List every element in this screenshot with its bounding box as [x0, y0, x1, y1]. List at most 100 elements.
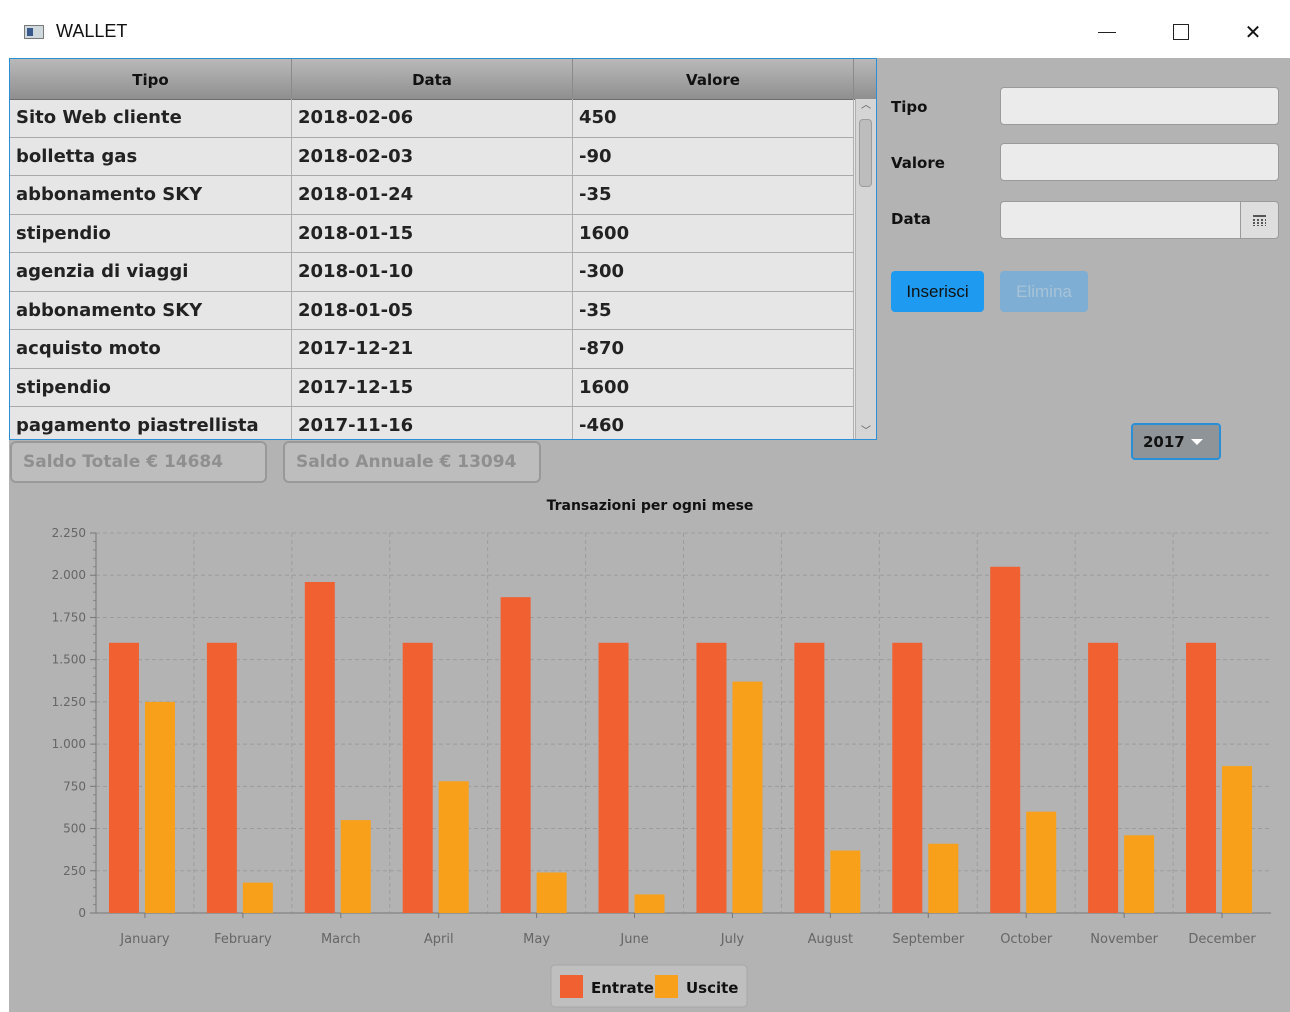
- bar-entrate[interactable]: [108, 642, 139, 913]
- cell-data: 2018-01-24: [292, 176, 573, 214]
- maximize-button[interactable]: [1156, 14, 1206, 50]
- table-scrollbar[interactable]: ︿ ﹀: [855, 99, 876, 439]
- table-row[interactable]: stipendio 2017-12-15 1600: [10, 368, 854, 407]
- bar-entrate[interactable]: [598, 642, 629, 913]
- data-label: Data: [891, 210, 931, 228]
- y-tick-label: 250: [63, 864, 86, 878]
- table-row[interactable]: abbonamento SKY 2018-01-05 -35: [10, 291, 854, 330]
- window-title: WALLET: [56, 21, 128, 41]
- bar-uscite[interactable]: [340, 820, 371, 913]
- y-axis: 0 250 500 750 1.000 1.250 1.500 1.750 2.000 2.250: [52, 526, 97, 920]
- bar-entrate[interactable]: [500, 597, 531, 913]
- scroll-up-icon[interactable]: ︿: [859, 99, 873, 113]
- scroll-down-icon[interactable]: ﹀: [859, 425, 873, 439]
- bar-entrate[interactable]: [696, 642, 727, 913]
- cell-valore: -35: [573, 291, 854, 329]
- cell-data: 2018-01-10: [292, 253, 573, 291]
- bar-uscite[interactable]: [1222, 766, 1253, 913]
- y-tick-label: 1.000: [52, 737, 86, 751]
- data-input[interactable]: [1000, 201, 1241, 239]
- chart-bars: [108, 566, 1253, 913]
- tipo-input[interactable]: [1000, 87, 1279, 125]
- x-tick-label: January: [119, 932, 170, 947]
- y-tick-label: 1.750: [52, 610, 86, 624]
- column-header-tipo[interactable]: Tipo: [10, 59, 292, 99]
- cell-tipo: abbonamento SKY: [10, 291, 292, 329]
- column-header-valore[interactable]: Valore: [573, 59, 854, 99]
- delete-button[interactable]: Elimina: [1000, 271, 1088, 312]
- table-row[interactable]: stipendio 2018-01-15 1600: [10, 214, 854, 253]
- table-row[interactable]: Sito Web cliente 2018-02-06 450: [10, 99, 854, 138]
- table-row[interactable]: abbonamento SKY 2018-01-24 -35: [10, 176, 854, 215]
- minimize-button[interactable]: [1082, 14, 1132, 50]
- y-tick-label: 2.250: [52, 526, 86, 540]
- valore-label: Valore: [891, 154, 945, 172]
- valore-input[interactable]: [1000, 143, 1279, 181]
- bar-uscite[interactable]: [242, 882, 273, 913]
- table-row[interactable]: acquisto moto 2017-12-21 -870: [10, 330, 854, 369]
- table-row[interactable]: bolletta gas 2018-02-03 -90: [10, 137, 854, 176]
- saldo-annuale-field: Saldo Annuale € 13094: [283, 441, 541, 483]
- bar-uscite[interactable]: [438, 781, 469, 913]
- table-row[interactable]: agenzia di viaggi 2018-01-10 -300: [10, 253, 854, 292]
- bar-entrate[interactable]: [206, 642, 237, 913]
- bar-entrate[interactable]: [892, 642, 923, 913]
- year-select-value: 2017: [1143, 432, 1185, 451]
- y-tick-label: 750: [63, 779, 86, 793]
- bar-entrate[interactable]: [1186, 642, 1217, 913]
- x-tick-label: April: [424, 932, 454, 947]
- bar-uscite[interactable]: [830, 850, 861, 913]
- y-tick-label: 1.250: [52, 695, 86, 709]
- date-picker-button[interactable]: [1240, 201, 1279, 239]
- cell-tipo: acquisto moto: [10, 330, 292, 368]
- x-tick-label: August: [808, 932, 854, 947]
- chevron-down-icon: [1191, 439, 1203, 445]
- app-content: Tipo Data Valore Sito Web cliente 2018-02…: [9, 58, 1290, 1012]
- table-header: Tipo Data Valore: [10, 59, 876, 100]
- bar-entrate[interactable]: [794, 642, 825, 913]
- insert-button[interactable]: Inserisci: [891, 271, 984, 312]
- cell-valore: -35: [573, 176, 854, 214]
- cell-tipo: bolletta gas: [10, 137, 292, 175]
- bar-entrate[interactable]: [990, 566, 1021, 913]
- table-row[interactable]: pagamento piastrellista 2017-11-16 -460: [10, 407, 854, 439]
- cell-valore: -90: [573, 137, 854, 175]
- x-axis: January February March April May June July Augu…: [96, 912, 1271, 947]
- y-tick-label: 0: [78, 906, 86, 920]
- cell-tipo: agenzia di viaggi: [10, 253, 292, 291]
- bar-uscite[interactable]: [1026, 811, 1057, 913]
- legend-label: Entrate: [591, 979, 654, 997]
- bar-uscite[interactable]: [536, 872, 567, 913]
- bar-entrate[interactable]: [304, 581, 335, 913]
- cell-data: 2018-01-05: [292, 291, 573, 329]
- close-icon: ✕: [1244, 20, 1262, 44]
- y-tick-label: 1.500: [52, 653, 86, 667]
- x-tick-label: March: [321, 932, 361, 947]
- transactions-table[interactable]: Tipo Data Valore Sito Web cliente 2018-02…: [9, 58, 877, 440]
- x-tick-label: November: [1090, 932, 1158, 947]
- bar-entrate[interactable]: [1088, 642, 1119, 913]
- cell-data: 2018-01-15: [292, 214, 573, 252]
- cell-data: 2017-12-15: [292, 368, 573, 406]
- cell-data: 2018-02-03: [292, 137, 573, 175]
- chart-legend: Entrate Uscite: [550, 964, 748, 1008]
- cell-valore: -870: [573, 330, 854, 368]
- year-select[interactable]: 2017: [1131, 423, 1221, 460]
- bar-entrate[interactable]: [402, 642, 433, 913]
- cell-valore: -460: [573, 407, 854, 439]
- bar-uscite[interactable]: [634, 894, 665, 913]
- y-tick-label: 500: [63, 822, 86, 836]
- y-tick-label: 2.000: [52, 568, 86, 582]
- cell-valore: 1600: [573, 368, 854, 406]
- column-header-data[interactable]: Data: [292, 59, 573, 99]
- title-bar: WALLET ✕: [0, 0, 1290, 58]
- scrollbar-thumb[interactable]: [859, 119, 872, 187]
- cell-valore: 450: [573, 99, 854, 137]
- x-tick-label: February: [214, 932, 272, 947]
- bar-uscite[interactable]: [1124, 835, 1155, 913]
- bar-uscite[interactable]: [144, 701, 175, 913]
- close-button[interactable]: ✕: [1228, 14, 1278, 50]
- bar-uscite[interactable]: [928, 843, 959, 913]
- chart-title: Transazioni per ogni mese: [547, 498, 754, 514]
- bar-uscite[interactable]: [732, 681, 763, 913]
